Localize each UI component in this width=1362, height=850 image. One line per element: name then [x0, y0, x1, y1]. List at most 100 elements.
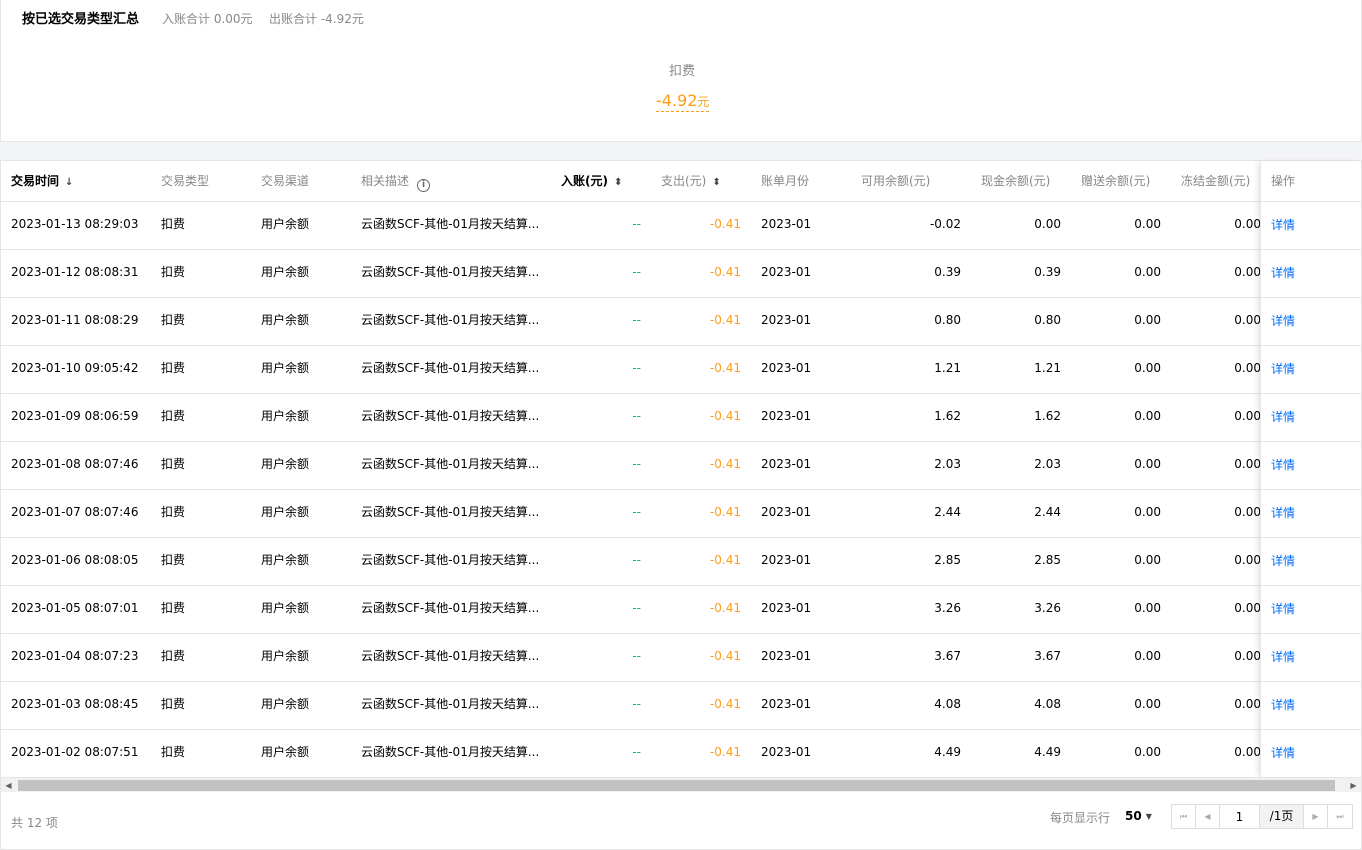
header-available: 可用余额(元)	[861, 174, 931, 188]
per-page-select[interactable]: 50 ▼	[1125, 809, 1152, 823]
last-page-button[interactable]: ⏭	[1328, 805, 1352, 828]
cell-available: 1.62	[934, 409, 961, 423]
cell-frozen: 0.00	[1234, 265, 1261, 279]
cell-type: 扣费	[161, 505, 186, 519]
table-row: 2023-01-08 08:07:46 扣费 用户余额 云函数SCF-其他-01月按天…	[1, 442, 1361, 490]
cell-expense: -0.41	[709, 505, 741, 519]
detail-link[interactable]: 详情	[1271, 682, 1331, 729]
cell-gift: 0.00	[1134, 745, 1161, 759]
next-page-button[interactable]: ▶	[1304, 805, 1328, 828]
cell-cash: 3.67	[1034, 649, 1061, 663]
info-icon[interactable]: i	[417, 179, 431, 192]
cell-type: 扣费	[161, 601, 186, 615]
cell-expense: -0.41	[709, 457, 741, 471]
page-total: /1页	[1260, 805, 1304, 828]
cell-desc: 云函数SCF-其他-01月按天结算...	[361, 409, 540, 423]
detail-link[interactable]: 详情	[1271, 202, 1331, 249]
cell-cash: 4.49	[1034, 745, 1061, 759]
cell-month: 2023-01	[761, 745, 812, 759]
table-row: 2023-01-03 08:08:45 扣费 用户余额 云函数SCF-其他-01月按天…	[1, 682, 1361, 730]
cell-desc: 云函数SCF-其他-01月按天结算...	[361, 313, 540, 327]
detail-link[interactable]: 详情	[1271, 490, 1331, 537]
header-time[interactable]: 交易时间 ↓	[11, 161, 73, 201]
cell-expense: -0.41	[709, 409, 741, 423]
detail-link[interactable]: 详情	[1271, 634, 1331, 681]
cell-cash: 0.00	[1034, 217, 1061, 231]
horizontal-scrollbar[interactable]: ◀ ▶	[1, 777, 1361, 792]
table-row: 2023-01-10 09:05:42 扣费 用户余额 云函数SCF-其他-01月按天…	[1, 346, 1361, 394]
cell-gift: 0.00	[1134, 409, 1161, 423]
cell-expense: -0.41	[709, 745, 741, 759]
cell-desc: 云函数SCF-其他-01月按天结算...	[361, 217, 540, 231]
cell-available: 4.49	[934, 745, 961, 759]
transaction-table: 交易时间 ↓ 交易类型 交易渠道 相关描述 i 入账(元) ⬍ 支出(元) ⬍ 账单月份…	[0, 160, 1362, 850]
cell-time: 2023-01-05 08:07:01	[11, 601, 139, 615]
cell-income: --	[632, 601, 641, 615]
cell-cash: 0.39	[1034, 265, 1061, 279]
cell-channel: 用户余额	[261, 601, 310, 615]
cell-month: 2023-01	[761, 649, 812, 663]
header-expense-label: 支出(元)	[661, 174, 707, 188]
table-row: 2023-01-12 08:08:31 扣费 用户余额 云函数SCF-其他-01月按天…	[1, 250, 1361, 298]
detail-link[interactable]: 详情	[1271, 346, 1331, 393]
first-page-button[interactable]: ⏮	[1172, 805, 1196, 828]
cell-desc: 云函数SCF-其他-01月按天结算...	[361, 697, 540, 711]
cell-expense: -0.41	[709, 601, 741, 615]
cell-channel: 用户余额	[261, 313, 310, 327]
scroll-right-icon[interactable]: ▶	[1346, 778, 1361, 793]
header-income[interactable]: 入账(元) ⬍	[561, 161, 622, 201]
cell-available: 3.67	[934, 649, 961, 663]
summary-card-unit: 元	[697, 95, 710, 109]
detail-link[interactable]: 详情	[1271, 250, 1331, 297]
cell-frozen: 0.00	[1234, 217, 1261, 231]
cell-month: 2023-01	[761, 217, 812, 231]
summary-card-amount: -4.92	[656, 91, 698, 110]
cell-gift: 0.00	[1134, 457, 1161, 471]
summary-card-label: 扣费	[668, 64, 695, 79]
cell-frozen: 0.00	[1234, 649, 1261, 663]
cell-expense: -0.41	[709, 553, 741, 567]
header-desc: 相关描述 i	[361, 161, 431, 201]
table-row: 2023-01-11 08:08:29 扣费 用户余额 云函数SCF-其他-01月按天…	[1, 298, 1361, 346]
cell-cash: 2.44	[1034, 505, 1061, 519]
detail-link[interactable]: 详情	[1271, 394, 1331, 441]
cell-type: 扣费	[161, 649, 186, 663]
cell-income: --	[632, 649, 641, 663]
table-footer: 共 12 项 每页显示行 50▼ ⏮ ◀ /1页 ▶ ⏭	[1, 792, 1361, 850]
header-expense[interactable]: 支出(元) ⬍	[661, 161, 721, 201]
cell-channel: 用户余额	[261, 361, 310, 375]
detail-link[interactable]: 详情	[1271, 586, 1331, 633]
cell-type: 扣费	[161, 313, 186, 327]
table-row: 2023-01-07 08:07:46 扣费 用户余额 云函数SCF-其他-01月按天…	[1, 490, 1361, 538]
cell-desc: 云函数SCF-其他-01月按天结算...	[361, 601, 540, 615]
detail-link[interactable]: 详情	[1271, 442, 1331, 489]
scrollbar-thumb[interactable]	[18, 780, 1335, 791]
cell-income: --	[632, 409, 641, 423]
header-type: 交易类型	[161, 174, 210, 188]
prev-page-button[interactable]: ◀	[1196, 805, 1220, 828]
cell-income: --	[632, 313, 641, 327]
cell-available: 0.39	[934, 265, 961, 279]
header-action: 操作	[1271, 174, 1296, 188]
cell-expense: -0.41	[709, 313, 741, 327]
table-row: 2023-01-06 08:08:05 扣费 用户余额 云函数SCF-其他-01月按天…	[1, 538, 1361, 586]
cell-expense: -0.41	[709, 649, 741, 663]
cell-month: 2023-01	[761, 265, 812, 279]
scroll-left-icon[interactable]: ◀	[1, 778, 16, 793]
cell-frozen: 0.00	[1234, 697, 1261, 711]
cell-time: 2023-01-13 08:29:03	[11, 217, 139, 231]
table-row: 2023-01-04 08:07:23 扣费 用户余额 云函数SCF-其他-01月按天…	[1, 634, 1361, 682]
header-time-label: 交易时间	[11, 174, 60, 188]
detail-link[interactable]: 详情	[1271, 298, 1331, 345]
cell-available: -0.02	[929, 217, 961, 231]
page-input[interactable]	[1220, 805, 1260, 828]
cell-frozen: 0.00	[1234, 601, 1261, 615]
detail-link[interactable]: 详情	[1271, 538, 1331, 585]
cell-gift: 0.00	[1134, 553, 1161, 567]
cell-desc: 云函数SCF-其他-01月按天结算...	[361, 361, 540, 375]
header-gift: 赠送余额(元)	[1081, 174, 1151, 188]
detail-link[interactable]: 详情	[1271, 730, 1331, 777]
sort-icon: ⬍	[712, 177, 721, 188]
cell-frozen: 0.00	[1234, 313, 1261, 327]
cell-desc: 云函数SCF-其他-01月按天结算...	[361, 265, 540, 279]
